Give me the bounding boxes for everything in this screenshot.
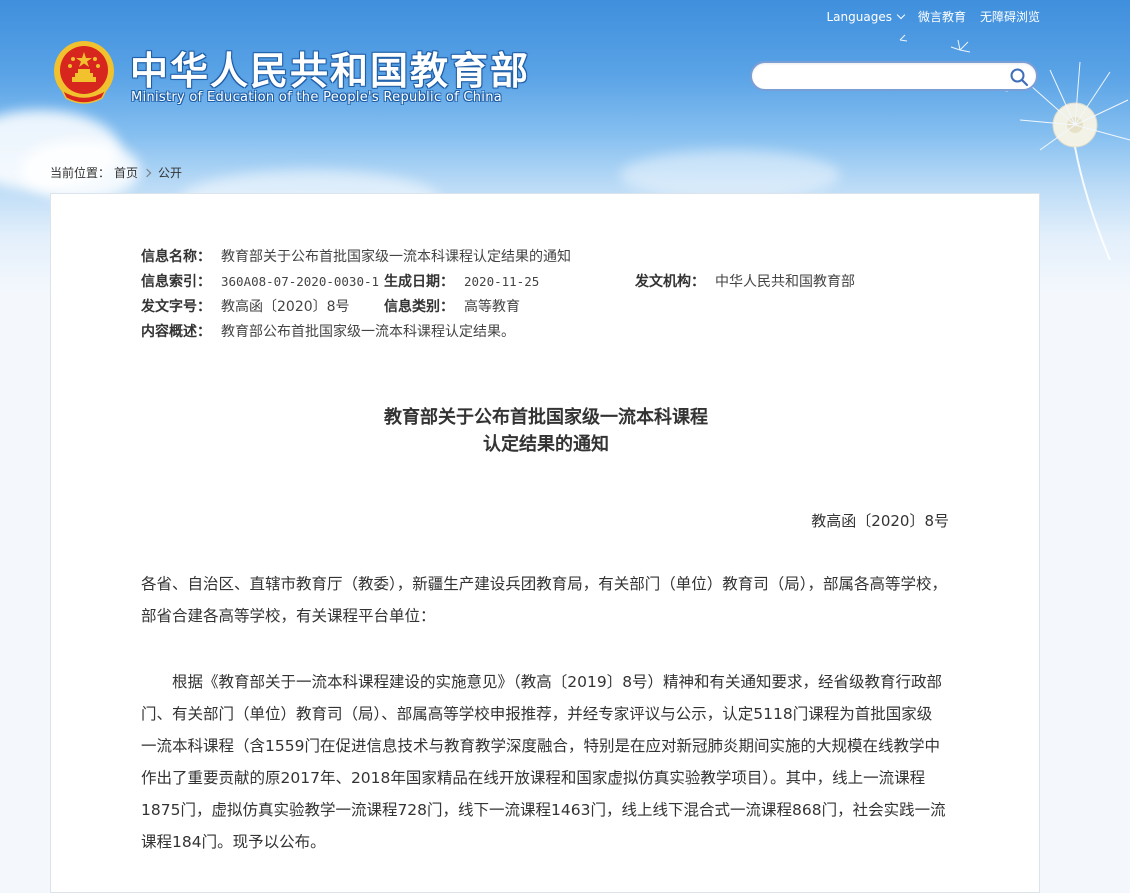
accessibility-link[interactable]: 无障碍浏览: [980, 8, 1040, 25]
info-docno-label: 发文字号：: [141, 299, 211, 315]
breadcrumb-home[interactable]: 首页: [114, 164, 138, 181]
info-name-label: 信息名称：: [141, 249, 211, 265]
document-title: 教育部关于公布首批国家级一流本科课程 认定结果的通知: [51, 404, 1041, 458]
search-box: [750, 61, 1038, 91]
info-category-value: 高等教育: [464, 299, 520, 315]
languages-label: Languages: [826, 9, 892, 24]
breadcrumb-current[interactable]: 公开: [158, 164, 182, 181]
top-links: Languages 微言教育 无障碍浏览: [826, 8, 1040, 25]
site-title[interactable]: 中华人民共和国教育部: [130, 40, 530, 95]
info-name-value: 教育部关于公布首批国家级一流本科课程认定结果的通知: [221, 249, 571, 265]
national-emblem-icon: [54, 41, 114, 104]
chevron-right-icon: [142, 168, 152, 177]
site-subtitle: Ministry of Education of the People's Re…: [131, 90, 503, 105]
info-date-label: 生成日期：: [384, 274, 454, 290]
info-index-value: 360A08-07-2020-0030-1: [221, 274, 380, 289]
info-summary-label: 内容概述：: [141, 324, 211, 340]
info-index-label: 信息索引：: [141, 274, 211, 290]
info-docno-value: 教高函〔2020〕8号: [221, 299, 350, 315]
document-paragraph-addressees: 各省、自治区、直辖市教育厅（教委），新疆生产建设兵团教育局，有关部门（单位）教育…: [141, 575, 948, 625]
search-icon[interactable]: [1008, 66, 1030, 88]
breadcrumb-prefix: 当前位置：: [50, 166, 111, 180]
info-org-value: 中华人民共和国教育部: [715, 274, 855, 290]
breadcrumb: 当前位置： 首页 公开: [50, 164, 182, 181]
content-card: 信息名称： 教育部关于公布首批国家级一流本科课程认定结果的通知 信息索引： 360A…: [50, 193, 1040, 893]
document-number: 教高函〔2020〕8号: [811, 512, 949, 530]
info-category-label: 信息类别：: [384, 299, 454, 315]
languages-menu[interactable]: Languages: [826, 8, 906, 25]
document-title-line2: 认定结果的通知: [483, 434, 609, 455]
document-title-line1: 教育部关于公布首批国家级一流本科课程: [384, 407, 708, 428]
info-summary-value: 教育部公布首批国家级一流本科课程认定结果。: [221, 324, 515, 340]
search-input[interactable]: [764, 63, 1008, 91]
document-paragraph-body: 根据《教育部关于一流本科课程建设的实施意见》（教高〔2019〕8号）精神和有关通…: [141, 673, 946, 851]
weibo-link[interactable]: 微言教育: [918, 8, 966, 25]
info-org-label: 发文机构：: [635, 274, 705, 290]
info-date-value: 2020-11-25: [464, 274, 540, 289]
chevron-down-icon: [896, 10, 906, 19]
